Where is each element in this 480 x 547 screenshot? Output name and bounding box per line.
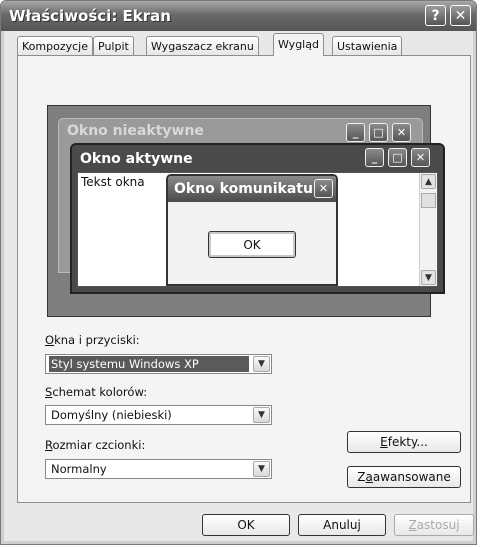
color-scheme-label: Schemat kolorów: — [45, 385, 148, 399]
effects-button[interactable]: Efekty... — [347, 431, 461, 453]
close-icon: ✕ — [314, 179, 333, 198]
close-icon: ✕ — [392, 123, 411, 142]
message-ok-button: OK — [208, 231, 296, 258]
active-window-title: Okno aktywne — [80, 151, 193, 167]
font-size-value: Normalny — [51, 462, 107, 476]
preview-message-box: Okno komunikatu ✕ OK — [166, 174, 338, 286]
tab-pulpit[interactable]: Pulpit — [93, 36, 134, 55]
vertical-scrollbar: ▲ ▼ — [419, 173, 437, 286]
tab-wyglad[interactable]: Wygląd — [273, 33, 324, 56]
close-button[interactable]: ✕ — [450, 5, 471, 26]
message-title-bar: Okno komunikatu ✕ — [168, 176, 336, 202]
scroll-down-icon: ▼ — [421, 270, 436, 285]
help-button[interactable]: ? — [425, 5, 446, 26]
font-size-label: Rozmiar czcionki: — [45, 438, 146, 452]
message-title: Okno komunikatu — [174, 181, 313, 197]
display-properties-window: Właściwości: Ekran ? ✕ Kompozycje Pulpit… — [0, 0, 477, 545]
chevron-down-icon[interactable]: ▼ — [253, 407, 270, 423]
windows-buttons-value: Styl systemu Windows XP — [49, 356, 249, 372]
maximize-icon: □ — [388, 148, 407, 167]
ok-button[interactable]: OK — [202, 514, 290, 536]
chevron-down-icon[interactable]: ▼ — [253, 461, 270, 477]
maximize-icon: □ — [369, 123, 388, 142]
window-title: Właściwości: Ekran — [9, 7, 171, 25]
minimize-icon: _ — [365, 148, 384, 167]
windows-buttons-label: Okna i przyciski: — [45, 333, 140, 347]
color-scheme-select[interactable]: Domyślny (niebieski) ▼ — [45, 405, 272, 425]
scroll-up-icon: ▲ — [421, 174, 436, 189]
advanced-button[interactable]: Za awansowane — [347, 466, 461, 488]
title-bar[interactable]: Właściwości: Ekran ? ✕ — [1, 1, 476, 31]
tab-wygaszacz[interactable]: Wygaszacz ekranu — [146, 36, 259, 55]
font-size-select[interactable]: Normalny ▼ — [45, 459, 272, 479]
windows-buttons-select[interactable]: Styl systemu Windows XP ▼ — [45, 354, 272, 374]
close-icon: ✕ — [411, 148, 430, 167]
chevron-down-icon[interactable]: ▼ — [253, 356, 270, 372]
cancel-button[interactable]: Anuluj — [298, 514, 386, 536]
window-text: Tekst okna — [81, 175, 145, 189]
inactive-window-title: Okno nieaktywne — [67, 123, 204, 139]
tab-ustawienia[interactable]: Ustawienia — [332, 36, 403, 55]
tab-kompozycje[interactable]: Kompozycje — [17, 36, 93, 55]
color-scheme-value: Domyślny (niebieski) — [51, 408, 172, 422]
apply-button[interactable]: Zastosuj — [394, 514, 474, 536]
scroll-thumb — [421, 193, 436, 208]
minimize-icon: _ — [346, 123, 365, 142]
